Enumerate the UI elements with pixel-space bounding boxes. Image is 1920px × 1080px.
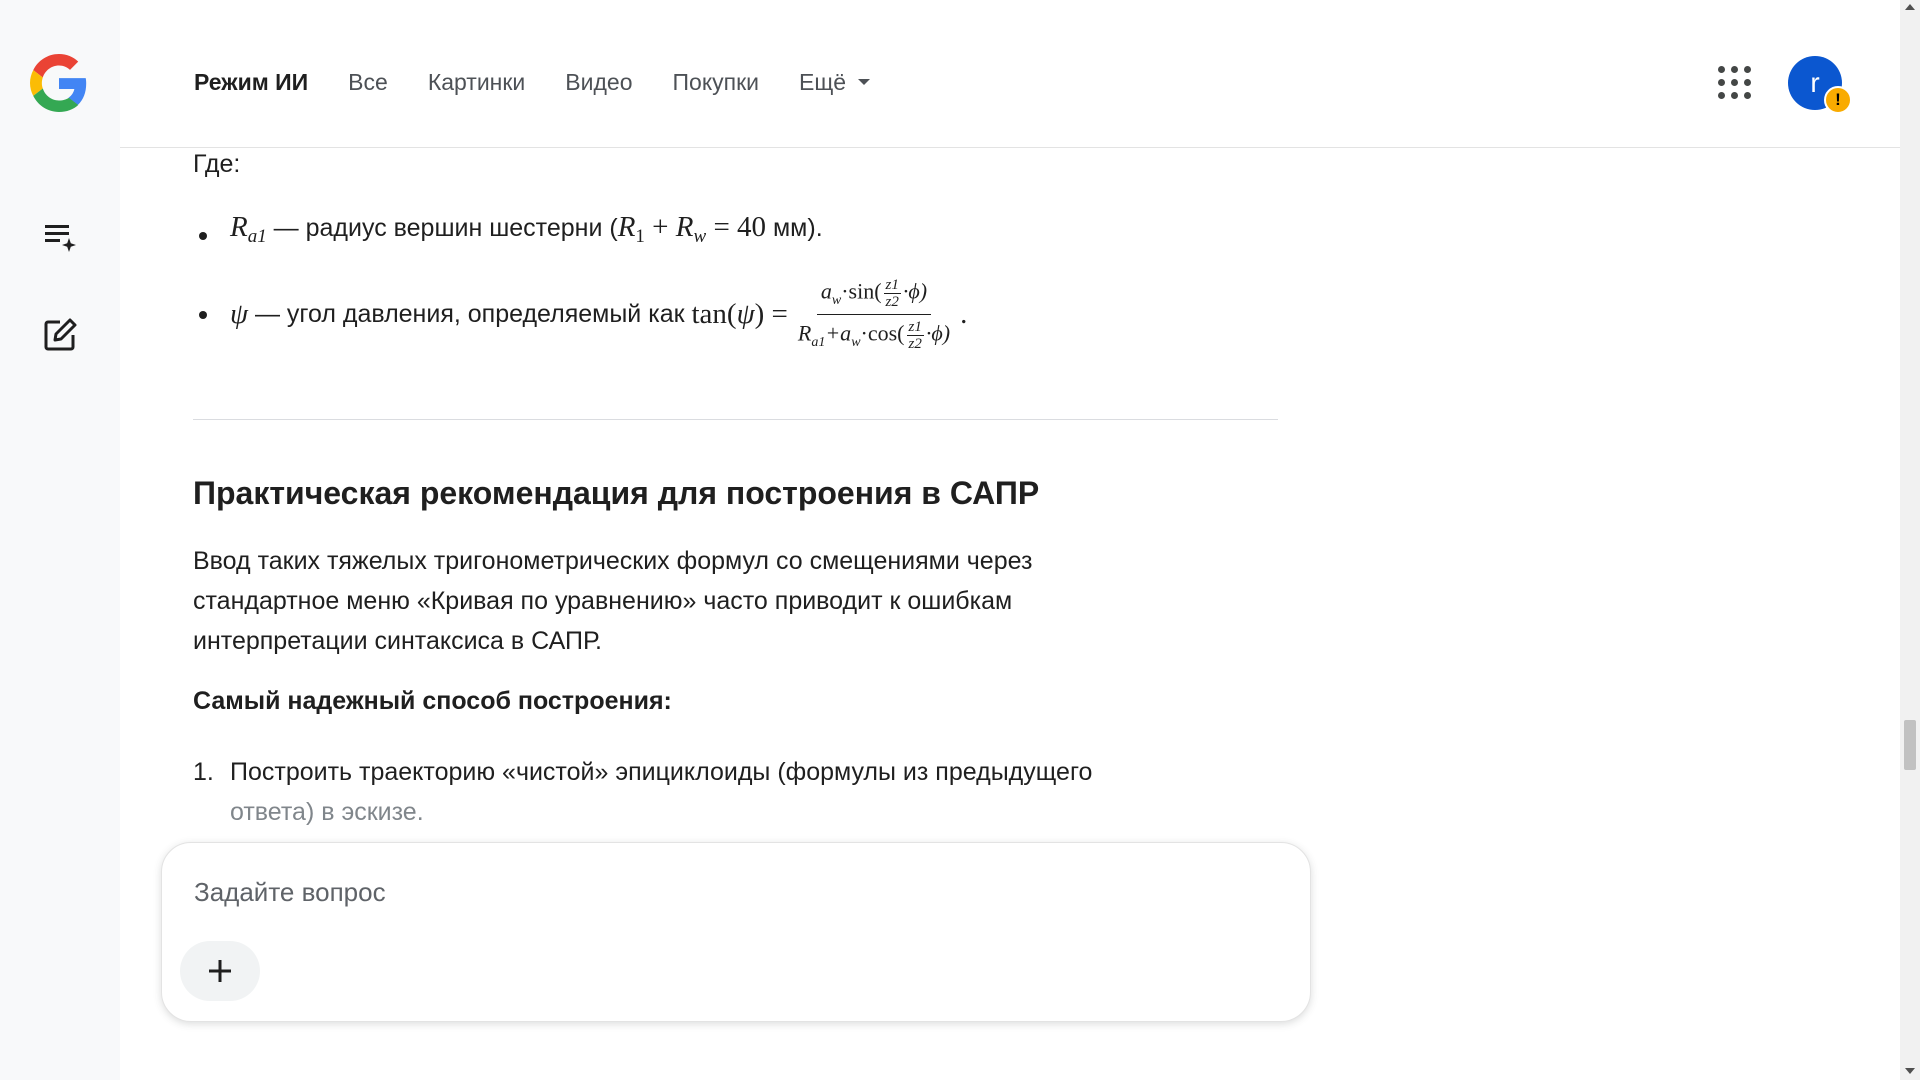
math-symbol: ψ (736, 297, 755, 330)
math-subscript: a1 (247, 226, 267, 247)
bullet-text: — угол давления, определяемый как (248, 299, 692, 328)
list-item: ψ — угол давления, определяемый как tan(… (193, 274, 1278, 354)
paragraph: Ввод таких тяжелых тригонометрических фо… (193, 547, 1033, 655)
math-subscript: 1 (635, 226, 645, 247)
google-apps-icon[interactable] (1718, 66, 1754, 102)
bullet-text: — радиус вершин шестерни ( (266, 214, 618, 242)
search-tabs: Режим ИИ Все Картинки Видео Покупки Ещё (194, 66, 910, 98)
bold-subheading: Самый надежный способ построения: (193, 687, 672, 715)
page-scrollbar[interactable] (1900, 0, 1920, 1080)
section-divider (193, 419, 1278, 420)
fraction-numerator: aw·sin(z1 z2 ·ϕ) (816, 277, 932, 315)
avatar-letter: r (1810, 67, 1820, 98)
top-bar: Режим ИИ Все Картинки Видео Покупки Ещё … (120, 0, 1900, 148)
add-attachment-button[interactable] (180, 941, 260, 1001)
ask-input[interactable] (192, 871, 1276, 913)
list-number: 1. (193, 758, 214, 786)
scroll-thumb[interactable] (1904, 720, 1916, 770)
pressure-angle-fraction: aw·sin(z1 z2 ·ϕ) Ra1+aw·cos(z1 z2 ·ϕ) (794, 277, 954, 352)
math-operator: + (644, 211, 676, 243)
google-logo-icon[interactable] (30, 54, 88, 112)
math-operator: ) = (754, 297, 788, 330)
tab-videos[interactable]: Видео (565, 66, 632, 98)
tab-images[interactable]: Картинки (428, 66, 525, 98)
tab-more-label: Ещё (799, 69, 847, 95)
math-subscript: w (693, 226, 707, 247)
list-item: 1. Построить траекторию «чистой» эпицикл… (193, 752, 1243, 832)
math-function: tan( (691, 297, 737, 330)
history-sparkle-icon[interactable] (38, 214, 82, 258)
list-item-text: Построить траекторию «чистой» эпициклоид… (230, 758, 1093, 826)
where-label: Где: (193, 150, 241, 178)
tab-all[interactable]: Все (348, 66, 388, 98)
math-symbol: ψ (230, 297, 249, 330)
math-symbol: R (675, 211, 694, 243)
scroll-down-arrow-icon[interactable] (1905, 1068, 1915, 1074)
ordered-list: 1. Построить траекторию «чистой» эпицикл… (193, 752, 1243, 832)
ask-box (161, 842, 1311, 1022)
new-chat-edit-icon[interactable] (38, 313, 82, 357)
section-heading: Практическая рекомендация для построения… (193, 475, 1040, 511)
caret-down-icon (858, 78, 871, 85)
fraction-denominator: Ra1+aw·cos(z1 z2 ·ϕ) (797, 318, 951, 352)
math-period: . (960, 297, 968, 330)
warning-badge-icon: ! (1824, 86, 1852, 114)
math-value: = 40 (706, 211, 767, 243)
unit-text: мм). (766, 214, 823, 242)
plus-icon (209, 960, 231, 982)
scroll-up-arrow-icon[interactable] (1905, 4, 1915, 10)
definition-list: Ra1 — радиус вершин шестерни (R1 + Rw = … (193, 202, 1278, 354)
tab-ai-mode[interactable]: Режим ИИ (194, 66, 308, 98)
tab-more[interactable]: Ещё (799, 66, 871, 98)
math-symbol: R (617, 211, 636, 243)
tab-shopping[interactable]: Покупки (673, 66, 760, 98)
math-symbol: R (230, 211, 248, 243)
left-rail (0, 0, 120, 1080)
list-item: Ra1 — радиус вершин шестерни (R1 + Rw = … (193, 202, 1278, 252)
